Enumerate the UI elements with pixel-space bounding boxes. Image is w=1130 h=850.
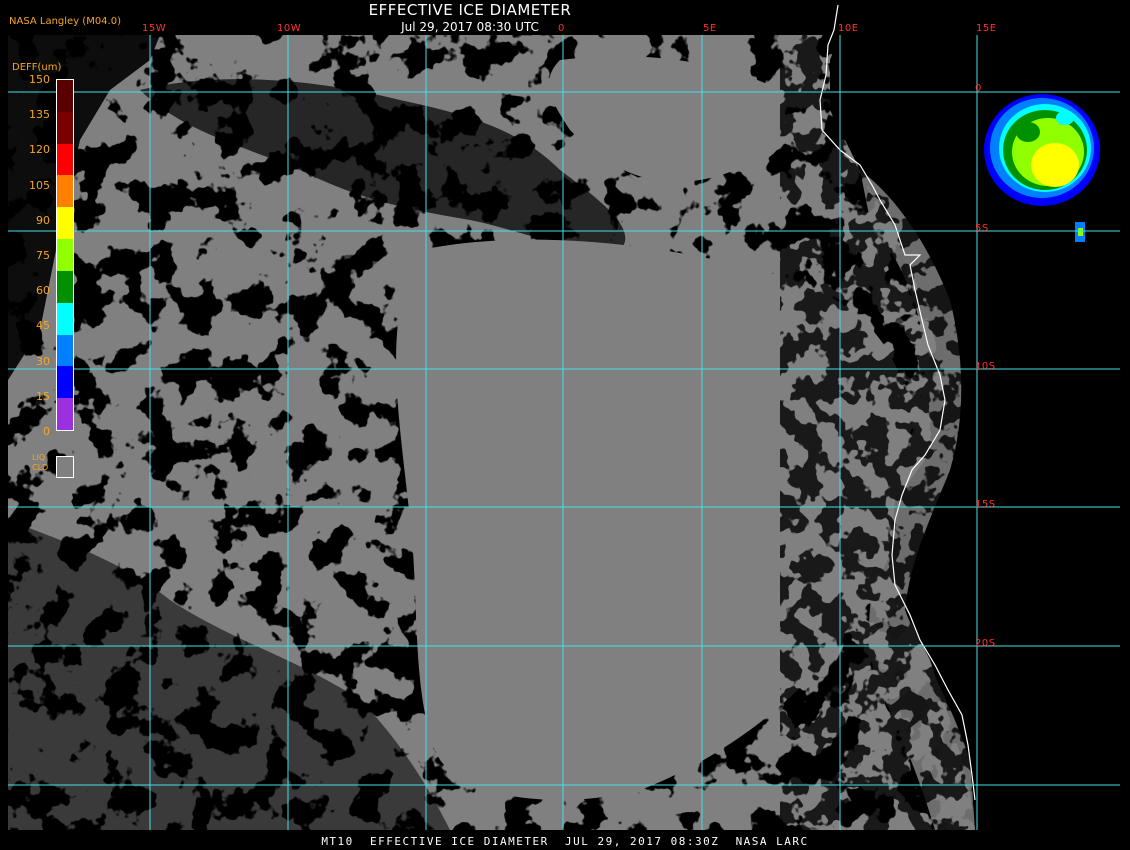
color-scale-segment	[57, 302, 73, 335]
liquid-label-line1: LIQ	[32, 453, 46, 462]
liquid-cloud-swatch	[56, 456, 74, 478]
lat-label-0: 0	[975, 83, 982, 94]
lon-label-5e: 5E	[703, 23, 717, 34]
map-title: EFFECTIVE ICE DIAMETER	[368, 1, 572, 19]
cloud-field	[8, 35, 1120, 830]
liquid-cloud-label: LIQ CLD	[32, 453, 48, 473]
color-scale-bar	[56, 79, 74, 431]
color-scale-tick: 45	[36, 319, 50, 333]
lon-label-10e: 10E	[838, 23, 859, 34]
color-scale-tick: 135	[29, 108, 50, 122]
legend-title: DEFF(um)	[12, 62, 62, 73]
footer-caption: MT10 EFFECTIVE ICE DIAMETER JUL 29, 2017…	[321, 835, 809, 848]
lat-label-15s: 15S	[975, 499, 996, 510]
lat-label-5s: 5S	[975, 223, 989, 234]
lon-label-15e: 15E	[976, 23, 997, 34]
color-scale-segment	[57, 207, 73, 240]
lon-label-15w: 15W	[142, 23, 167, 34]
color-scale-tick: 150	[29, 73, 50, 86]
liquid-label-line2: CLD	[32, 463, 49, 472]
color-scale-segment	[57, 270, 73, 303]
credit-label: NASA Langley (M04.0)	[9, 16, 121, 27]
color-scale-segment	[57, 398, 73, 430]
color-scale-segment	[57, 143, 73, 176]
color-scale-tick: 60	[36, 284, 50, 298]
color-scale-segment	[57, 366, 73, 399]
lon-label-10w: 10W	[277, 23, 302, 34]
color-scale-tick: 90	[36, 213, 50, 227]
color-scale-tick: 30	[36, 354, 50, 368]
map-timestamp: Jul 29, 2017 08:30 UTC	[401, 20, 539, 34]
color-scale-tick: 0	[43, 425, 50, 438]
color-scale-tick: 120	[29, 143, 50, 157]
color-scale-tick: 15	[36, 389, 50, 403]
satellite-map	[8, 4, 1120, 830]
color-scale-segment	[57, 239, 73, 271]
color-scale-tick: 105	[29, 178, 50, 192]
color-scale-tick: 75	[36, 249, 50, 262]
lat-label-10s: 10S	[975, 361, 996, 372]
color-scale-segment	[57, 175, 73, 208]
color-scale-segment	[57, 334, 73, 367]
lon-label-0: 0	[558, 23, 565, 34]
color-scale-segment	[57, 111, 73, 144]
color-scale-segment	[57, 80, 73, 112]
lat-label-20s: 20S	[975, 638, 996, 649]
